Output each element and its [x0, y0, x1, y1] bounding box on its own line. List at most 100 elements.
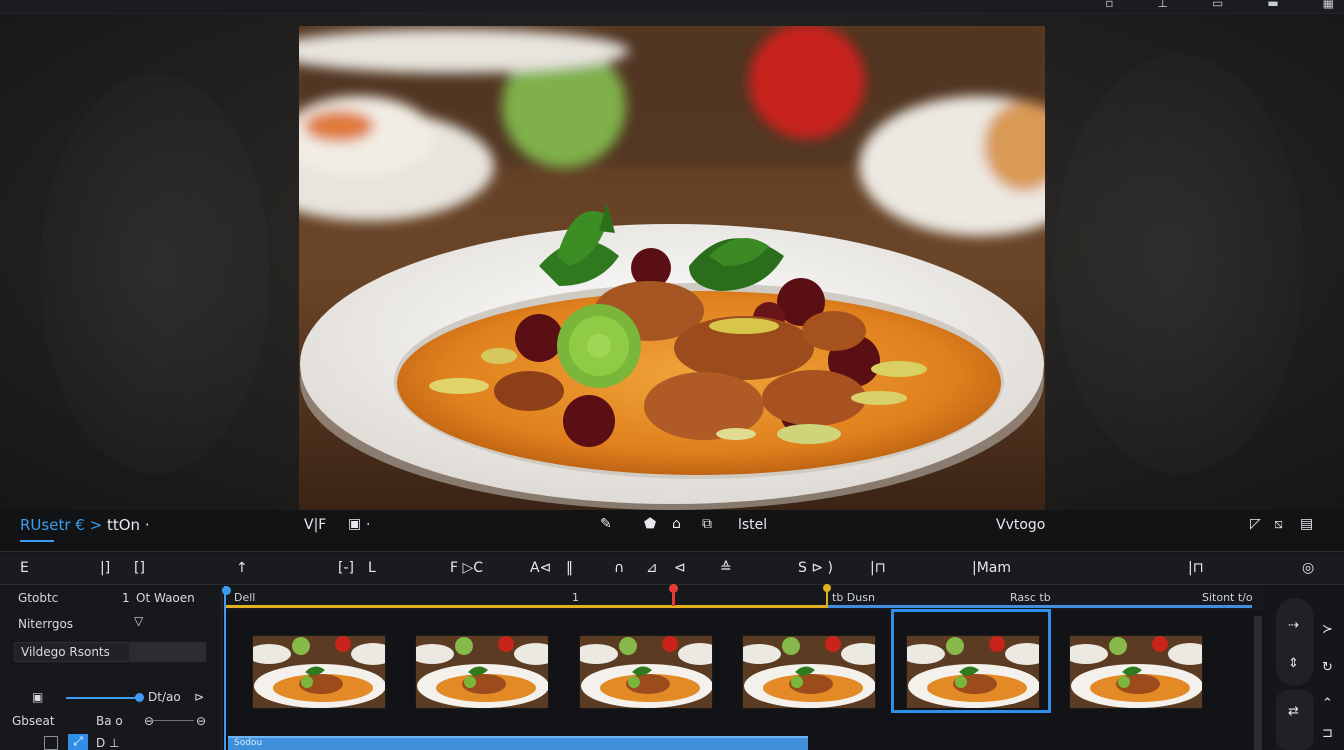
- align-button[interactable]: ≙: [720, 560, 732, 576]
- target-icon[interactable]: ◎: [1302, 560, 1314, 576]
- audio-clip-label: Sodou: [234, 738, 263, 748]
- timeline-clip[interactable]: [579, 635, 713, 709]
- property-label: Gtobtc: [18, 591, 59, 605]
- ruler-label-right3: Sitont t/o: [1202, 591, 1253, 604]
- opacity-value[interactable]: Ba o: [96, 714, 123, 728]
- clip-thumbnail: [743, 636, 875, 708]
- layout-icon[interactable]: ▭: [1212, 0, 1223, 10]
- top-bar: ▫ ⊥ ▭ ▬ ▦: [0, 0, 1344, 14]
- audio-button[interactable]: A⊲: [530, 560, 551, 576]
- ruler-label-right2: Rasc tb: [1010, 591, 1051, 604]
- undo-button[interactable]: E: [20, 560, 29, 576]
- editor-controls: RUsetr € > ttOn · V|F ▣ · ✎ ⬟ ⌂ ⧉ lstel …: [0, 510, 1344, 552]
- timeline[interactable]: Dell 1 tb Dusn Rasc tb Sitont t/o Sodou: [222, 584, 1264, 750]
- panel-icon[interactable]: ▬: [1267, 0, 1278, 10]
- shape-icon[interactable]: ⬟: [644, 516, 656, 532]
- volume-icon: ▣: [32, 690, 44, 704]
- video-track-input[interactable]: [129, 643, 205, 661]
- video-viewer[interactable]: [0, 14, 1344, 510]
- grid-view-icon[interactable]: ▤: [1300, 516, 1313, 532]
- ruler-start-label: Dell: [234, 591, 256, 604]
- video-label[interactable]: Vvtogo: [996, 517, 1045, 533]
- opacity-label: Gbseat: [12, 714, 55, 728]
- filter-button[interactable]: F ▷C: [450, 560, 483, 576]
- up-icon[interactable]: ⌃: [1322, 696, 1333, 711]
- ruler-label-right1: tb Dusn: [832, 591, 875, 604]
- breadcrumb[interactable]: RUsetr € > ttOn ·: [20, 516, 150, 534]
- select-tool-icon[interactable]: ≻: [1322, 622, 1333, 637]
- link-track-button[interactable]: ⤢: [68, 734, 88, 750]
- split-button[interactable]: |]: [100, 560, 110, 576]
- rotate-icon[interactable]: ↻: [1322, 660, 1333, 675]
- top-bar-icons: ▫ ⊥ ▭ ▬ ▦: [1105, 0, 1334, 10]
- video-track-label: Vildego Rsonts: [21, 645, 110, 659]
- shape-tool-button[interactable]: ⊿: [646, 560, 658, 576]
- track-properties-panel: Gtobtc 1 Ot Waoen Niterrgos ▽ Vildego Rs…: [0, 586, 222, 750]
- view-toggle[interactable]: V|F: [304, 517, 326, 533]
- tracks-dropdown-icon[interactable]: ▽: [134, 614, 143, 628]
- lock-track-button[interactable]: [44, 736, 58, 750]
- audio-clip[interactable]: Sodou: [228, 736, 808, 750]
- timeline-clip[interactable]: [742, 635, 876, 709]
- grid-icon[interactable]: ▦: [1323, 0, 1334, 10]
- clip-thumbnail: [1070, 636, 1202, 708]
- playhead[interactable]: [222, 586, 231, 750]
- active-tab-underline: [20, 540, 54, 542]
- export-icon[interactable]: ⊐: [1322, 726, 1333, 741]
- yellow-marker[interactable]: [823, 584, 831, 608]
- breadcrumb-dot: ·: [144, 516, 150, 534]
- volume-end-icon: ⊳: [194, 690, 205, 704]
- speed-button[interactable]: S ⊳ ): [798, 560, 833, 576]
- crop-icon[interactable]: ⧅: [1274, 516, 1283, 532]
- arrow-tool-button[interactable]: ⊲: [674, 560, 686, 576]
- preview-frame[interactable]: [299, 26, 1045, 510]
- timeline-scrollbar[interactable]: [1254, 616, 1262, 750]
- share-icon[interactable]: ⇄: [1288, 704, 1299, 719]
- pen-icon[interactable]: ✎: [600, 516, 612, 532]
- viewer-backdrop-right: [1054, 54, 1304, 474]
- volume-slider-handle[interactable]: [135, 693, 144, 702]
- clip-thumbnail: [416, 636, 548, 708]
- volume-slider-track[interactable]: [66, 697, 140, 699]
- time-ruler[interactable]: Dell 1 tb Dusn Rasc tb Sitont t/o: [222, 586, 1264, 610]
- timeline-clip[interactable]: [1069, 635, 1203, 709]
- property-value[interactable]: Ot Waoen: [136, 591, 195, 605]
- home-icon[interactable]: ⌂: [672, 516, 681, 532]
- red-marker[interactable]: [669, 584, 678, 606]
- marker-button[interactable]: |⊓: [870, 560, 886, 576]
- trash-icon[interactable]: ▣: [348, 516, 361, 532]
- mode-label[interactable]: lstel: [738, 517, 767, 533]
- video-track-field[interactable]: Vildego Rsonts: [14, 642, 206, 662]
- trim-button[interactable]: []: [134, 560, 145, 576]
- frame-button[interactable]: [-]: [338, 560, 354, 576]
- ruler-mark-label: 1: [572, 591, 579, 604]
- viewer-backdrop-left: [40, 74, 270, 474]
- window-icon[interactable]: ▫: [1105, 0, 1113, 10]
- shape-tool-icon[interactable]: ◸: [1250, 516, 1261, 532]
- yellow-marker-dot[interactable]: [823, 584, 831, 592]
- clip-thumbnail: [253, 636, 385, 708]
- crop-tool-button[interactable]: ∩: [614, 560, 624, 576]
- mask-button[interactable]: |Mam: [972, 560, 1011, 576]
- opacity-knob-icon[interactable]: ⊖: [144, 714, 154, 728]
- preview-image: [299, 26, 1045, 510]
- playhead-handle[interactable]: [222, 586, 231, 595]
- timeline-clip[interactable]: [252, 635, 386, 709]
- stack-icon[interactable]: ⧉: [702, 516, 712, 532]
- cursor-icon[interactable]: ⇢: [1288, 618, 1299, 633]
- end-marker-button[interactable]: |⊓: [1188, 560, 1204, 576]
- trash-menu[interactable]: ·: [366, 517, 370, 533]
- raise-button[interactable]: ↑: [236, 560, 248, 576]
- red-marker-dot[interactable]: [669, 584, 678, 593]
- clip-thumbnail: [580, 636, 712, 708]
- out-range-bar: [828, 605, 1252, 608]
- breadcrumb-item[interactable]: ttOn: [107, 516, 140, 534]
- timeline-clip[interactable]: [415, 635, 549, 709]
- layer-button[interactable]: L: [368, 560, 376, 576]
- opacity-slider-track[interactable]: [150, 720, 194, 721]
- pin-icon[interactable]: ⊥: [1158, 0, 1168, 10]
- expand-icon[interactable]: ⇕: [1288, 656, 1299, 671]
- dock-group-top: ⇢ ⇕: [1276, 598, 1314, 686]
- pause-button[interactable]: ‖: [566, 560, 573, 576]
- breadcrumb-project[interactable]: RUsetr: [20, 516, 71, 534]
